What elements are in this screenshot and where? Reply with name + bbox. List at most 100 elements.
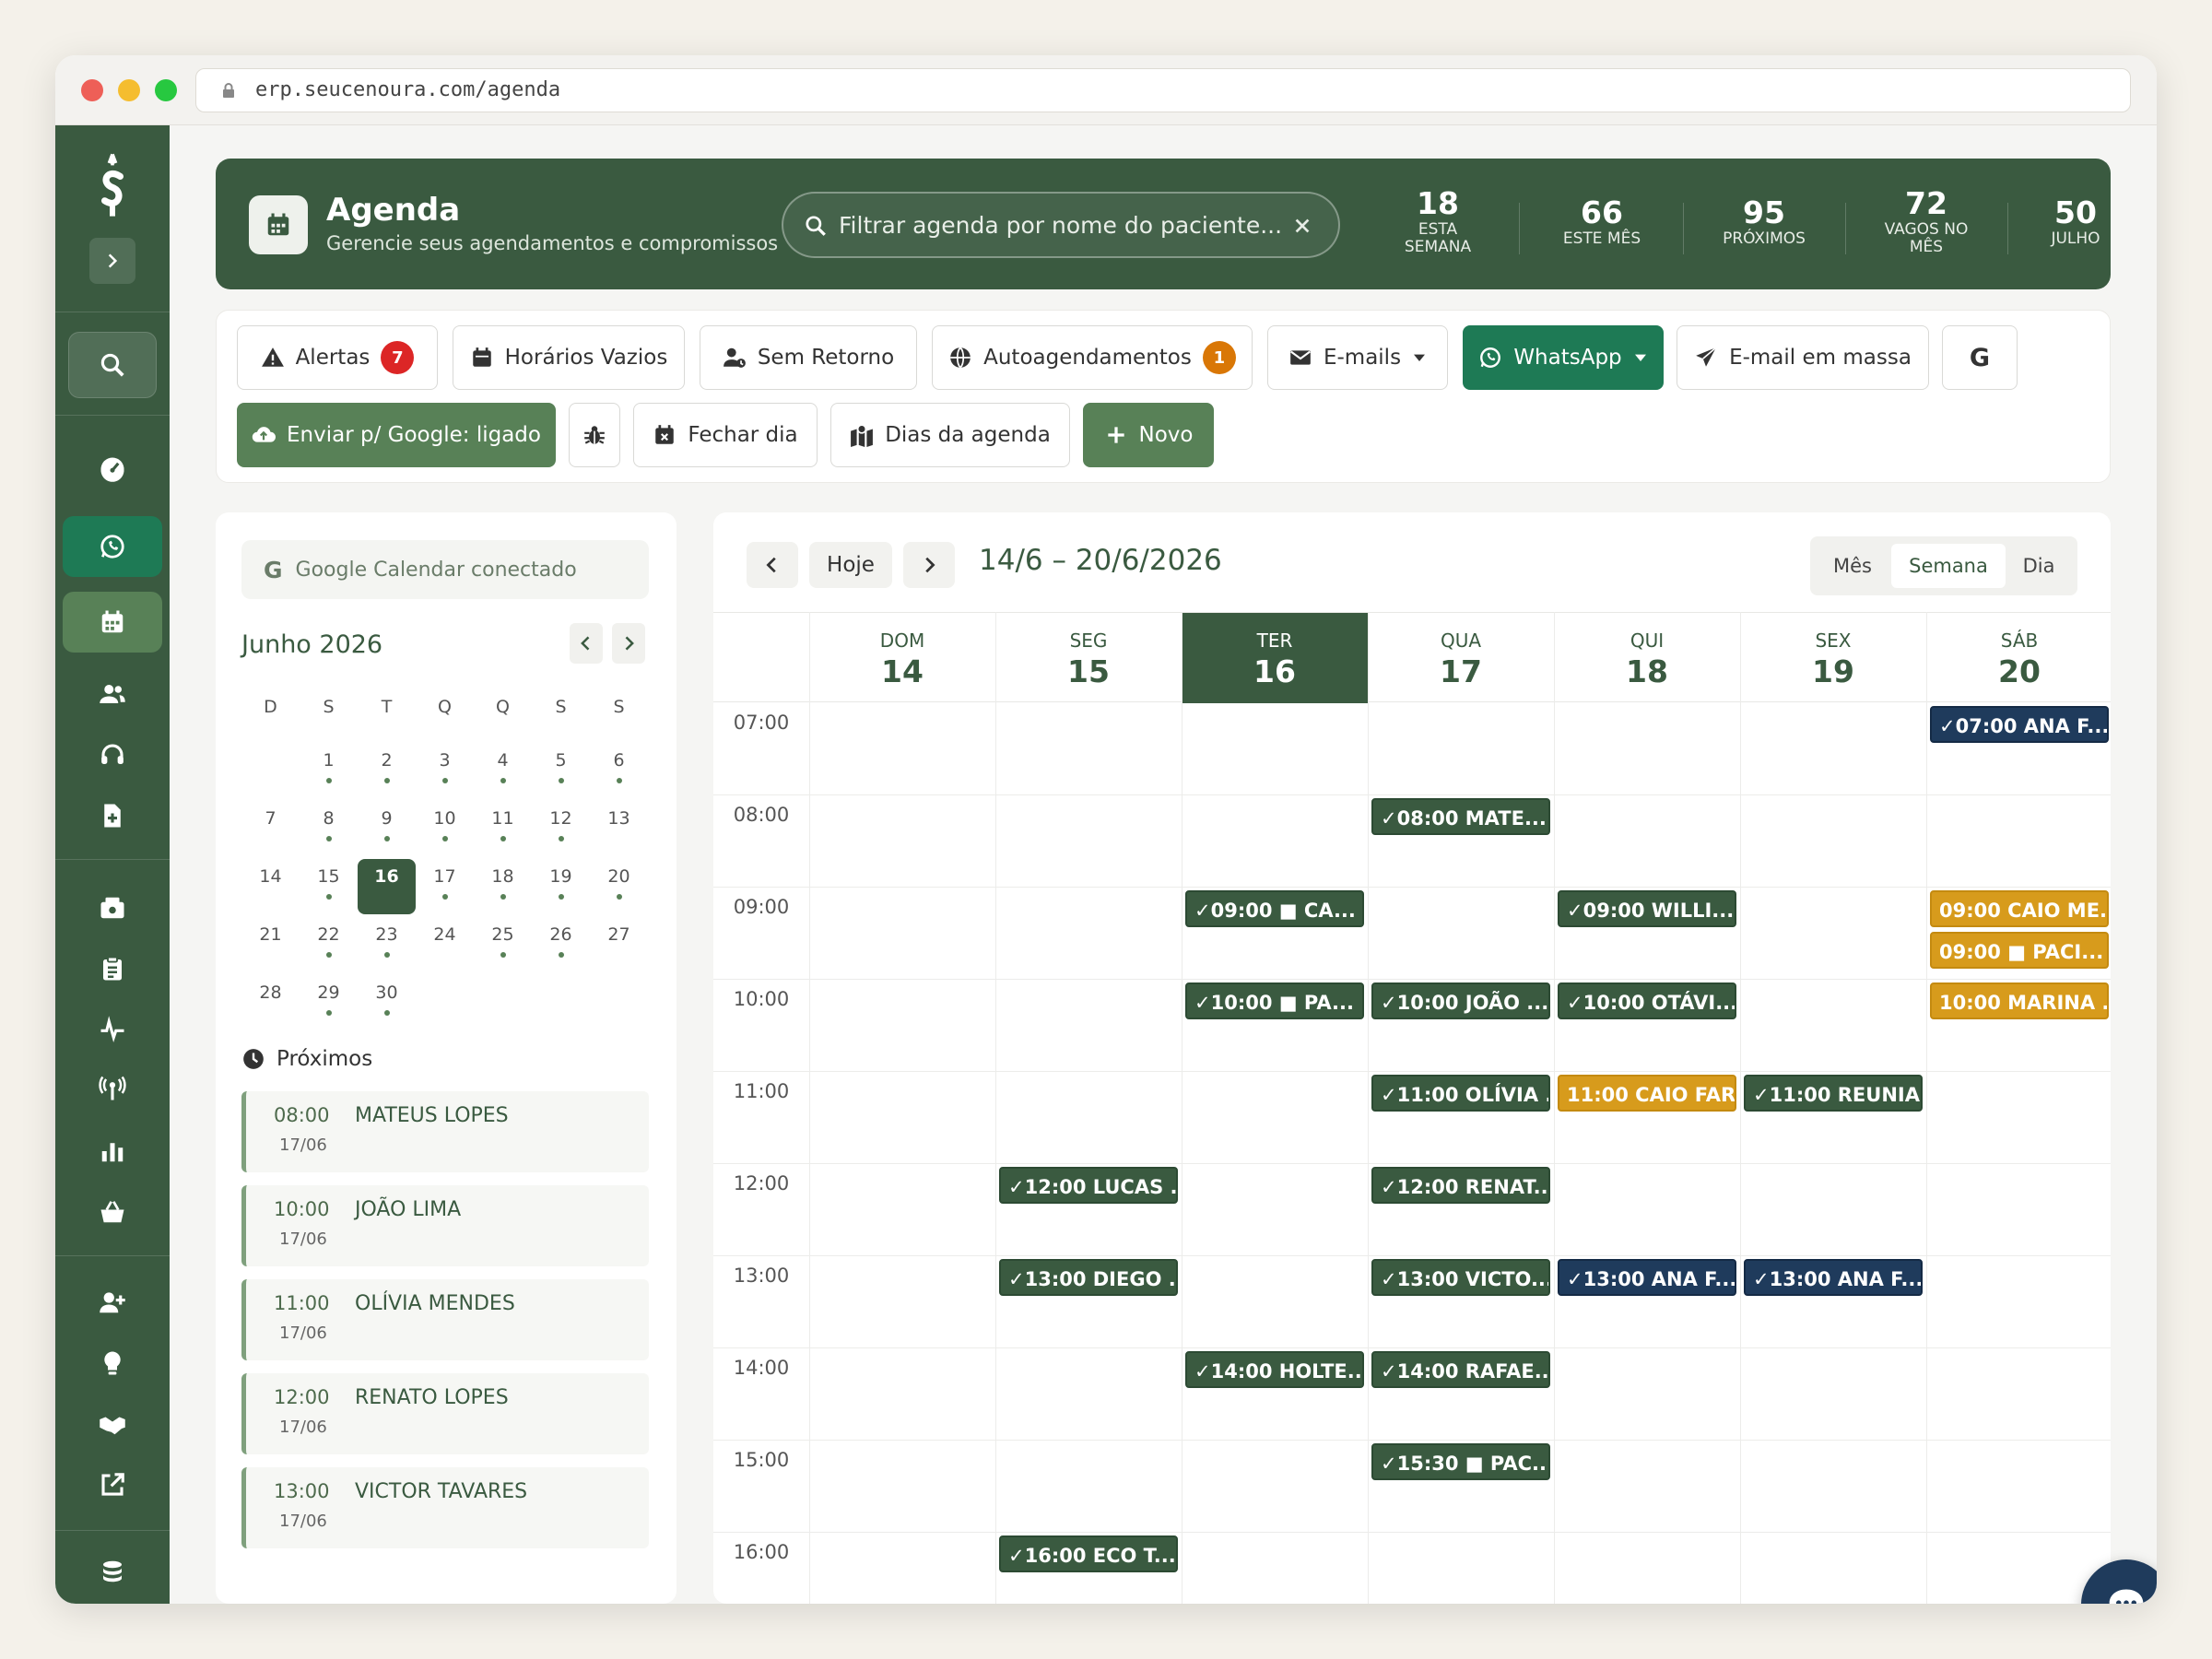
appointment-event[interactable]: 09:00 CAIO ME... [1930, 890, 2109, 927]
appointment-event[interactable]: ✓15:30 ■ PAC... [1371, 1443, 1550, 1480]
patient-filter-input[interactable] [839, 206, 1281, 243]
sidebar-item-externo[interactable] [63, 1454, 162, 1515]
minimize-window-button[interactable] [118, 79, 140, 101]
appointment-event[interactable]: ✓13:00 VICTO... [1371, 1259, 1550, 1296]
sidebar-item-relatorios[interactable] [63, 1121, 162, 1182]
sidebar-item-financeiro[interactable] [63, 1541, 162, 1602]
mini-calendar-day-today[interactable]: 16 [358, 859, 416, 914]
day-header[interactable]: SEG 15 [995, 613, 1182, 703]
appointment-event[interactable]: ✓13:00 ANA F... [1744, 1259, 1923, 1296]
mini-calendar-day[interactable]: 25 [474, 917, 532, 972]
appointment-event[interactable]: ✓14:00 RAFAE... [1371, 1351, 1550, 1388]
appointment-event[interactable]: ✓13:00 DIEGO ... [999, 1259, 1178, 1296]
sidebar-item-pacientes[interactable] [63, 664, 162, 724]
mini-calendar-day[interactable]: 3 [416, 743, 474, 798]
enviar-google-toggle[interactable]: Enviar p/ Google: ligado [237, 403, 556, 467]
appointment-event[interactable]: 09:00 ■ PACI... [1930, 932, 2109, 969]
sidebar-item-dashboard[interactable] [63, 439, 162, 500]
day-header[interactable]: SEX 19 [1740, 613, 1926, 703]
mini-calendar-day[interactable]: 28 [241, 975, 300, 1030]
sidebar-item-caixa[interactable] [63, 877, 162, 938]
mini-calendar-day[interactable]: 10 [416, 801, 474, 856]
proximo-item[interactable]: 13:00 17/06 VICTOR TAVARES [241, 1467, 649, 1548]
appointment-event[interactable]: ✓10:00 ■ PA... [1185, 982, 1364, 1019]
proximo-item[interactable]: 11:00 17/06 OLÍVIA MENDES [241, 1279, 649, 1360]
dias-da-agenda-button[interactable]: Dias da agenda [830, 403, 1070, 467]
appointment-event[interactable]: 10:00 MARINA ... [1930, 982, 2109, 1019]
view-mes-button[interactable]: Mês [1818, 544, 1888, 588]
sidebar-item-dicas[interactable] [63, 1333, 162, 1394]
sem-retorno-button[interactable]: Sem Retorno [700, 325, 917, 390]
appointment-event[interactable]: ✓07:00 ANA F... [1930, 706, 2109, 743]
mini-calendar-day[interactable]: 14 [241, 859, 300, 914]
mini-calendar-day[interactable]: 19 [532, 859, 590, 914]
logo-icon[interactable] [63, 144, 162, 227]
appointment-event[interactable]: ✓12:00 LUCAS ... [999, 1167, 1178, 1204]
maximize-window-button[interactable] [155, 79, 177, 101]
day-header[interactable]: DOM 14 [809, 613, 995, 703]
address-bar[interactable]: erp.seucenoura.com/agenda [195, 68, 2131, 112]
appointment-event[interactable]: 11:00 CAIO FAR... [1558, 1075, 1736, 1112]
fechar-dia-button[interactable]: Fechar dia [633, 403, 818, 467]
appointment-event[interactable]: ✓08:00 MATE... [1371, 798, 1550, 835]
sidebar-item-parcerias[interactable] [63, 1394, 162, 1454]
sidebar-search-button[interactable] [68, 332, 157, 398]
mini-calendar-day[interactable]: 23 [358, 917, 416, 972]
appointment-event[interactable]: ✓10:00 JOÃO ... [1371, 982, 1550, 1019]
close-window-button[interactable] [81, 79, 103, 101]
view-semana-button[interactable]: Semana [1891, 544, 2006, 588]
horarios-vazios-button[interactable]: Horários Vazios [453, 325, 685, 390]
appointment-event[interactable]: ✓09:00 WILLI... [1558, 890, 1736, 927]
calendar-prev-button[interactable] [747, 542, 798, 588]
mini-calendar-day[interactable]: 24 [416, 917, 474, 972]
calendar-next-button[interactable] [903, 542, 955, 588]
sidebar-item-atendimento[interactable] [63, 724, 162, 785]
appointment-event[interactable]: ✓16:00 ECO T... [999, 1535, 1178, 1572]
mini-calendar-day[interactable]: 27 [590, 917, 648, 972]
mini-calendar-day[interactable]: 29 [300, 975, 358, 1030]
sidebar-item-documentos[interactable] [63, 785, 162, 846]
mini-calendar-day[interactable]: 5 [532, 743, 590, 798]
alertas-button[interactable]: Alertas 7 [237, 325, 438, 390]
sidebar-item-convidar[interactable] [63, 1272, 162, 1333]
appointment-event[interactable]: ✓13:00 ANA F... [1558, 1259, 1736, 1296]
autoagendamentos-button[interactable]: Autoagendamentos 1 [932, 325, 1253, 390]
appointment-event[interactable]: ✓11:00 REUNIA... [1744, 1075, 1923, 1112]
view-dia-button[interactable]: Dia [2007, 544, 2070, 588]
clear-filter-icon[interactable] [1292, 216, 1312, 236]
google-calendar-status[interactable]: G Google Calendar conectado [241, 540, 649, 599]
sidebar-item-agenda[interactable] [63, 592, 162, 653]
proximo-item[interactable]: 10:00 17/06 JOÃO LIMA [241, 1185, 649, 1266]
mini-calendar-day[interactable]: 9 [358, 801, 416, 856]
appointment-event[interactable]: ✓10:00 OTÁVI... [1558, 982, 1736, 1019]
mini-calendar-day[interactable]: 8 [300, 801, 358, 856]
debug-button[interactable] [569, 403, 620, 467]
mini-calendar-day[interactable]: 18 [474, 859, 532, 914]
mini-calendar-day[interactable]: 1 [300, 743, 358, 798]
appointment-event[interactable]: ✓11:00 OLÍVIA ... [1371, 1075, 1550, 1112]
sidebar-item-telemedicina[interactable] [63, 1058, 162, 1119]
mini-calendar-prev-button[interactable] [570, 623, 603, 664]
sidebar-item-loja[interactable] [63, 1182, 162, 1242]
mini-calendar-day[interactable]: 13 [590, 801, 648, 856]
mini-calendar-day[interactable]: 12 [532, 801, 590, 856]
mini-calendar-day[interactable]: 7 [241, 801, 300, 856]
mini-calendar-day[interactable]: 26 [532, 917, 590, 972]
appointment-event[interactable]: ✓09:00 ■ CA... [1185, 890, 1364, 927]
proximo-item[interactable]: 08:00 17/06 MATEUS LOPES [241, 1091, 649, 1172]
mini-calendar-day[interactable]: 17 [416, 859, 474, 914]
whatsapp-dropdown-button[interactable]: WhatsApp [1463, 325, 1664, 390]
day-header[interactable]: SÁB 20 [1926, 613, 2111, 703]
calendar-today-button[interactable]: Hoje [809, 542, 892, 588]
mini-calendar-day[interactable]: 21 [241, 917, 300, 972]
mini-calendar-day[interactable]: 15 [300, 859, 358, 914]
sidebar-item-sinais[interactable] [63, 999, 162, 1060]
mini-calendar-day[interactable]: 30 [358, 975, 416, 1030]
sidebar-item-whatsapp[interactable] [63, 516, 162, 577]
mini-calendar-day[interactable]: 22 [300, 917, 358, 972]
sidebar-item-prontuario[interactable] [63, 938, 162, 999]
novo-agendamento-button[interactable]: Novo [1083, 403, 1214, 467]
mini-calendar-next-button[interactable] [612, 623, 645, 664]
mini-calendar-day[interactable]: 20 [590, 859, 648, 914]
appointment-event[interactable]: ✓14:00 HOLTE... [1185, 1351, 1364, 1388]
